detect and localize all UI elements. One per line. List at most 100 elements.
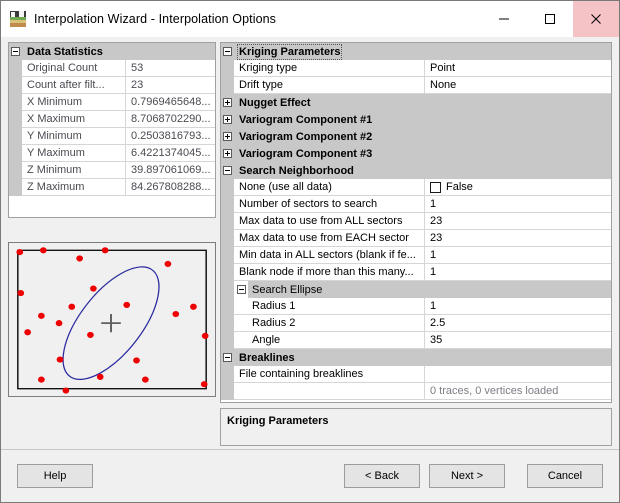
property-value[interactable]: 1 (425, 196, 611, 213)
search-ellipse-preview[interactable] (8, 242, 216, 397)
row-gutter (221, 77, 234, 94)
stat-label: Original Count (22, 60, 126, 77)
category-row-variogram-component-1[interactable]: Variogram Component #1 (221, 111, 611, 128)
category-label-breaklines: Breaklines (234, 349, 611, 366)
table-row[interactable]: Radius 1 1 (221, 298, 611, 315)
table-row[interactable]: Z Maximum 84.267808288... (9, 179, 215, 196)
table-row[interactable]: Min data in ALL sectors (blank if fe... … (221, 247, 611, 264)
property-value[interactable]: 1 (425, 247, 611, 264)
stat-value[interactable]: 53 (126, 60, 215, 77)
footer-right-buttons: < Back Next > Cancel (344, 464, 603, 488)
table-row[interactable]: Kriging type Point (221, 60, 611, 77)
property-label: Max data to use from ALL sectors (234, 213, 425, 230)
expander-cell[interactable] (221, 43, 234, 60)
stat-value[interactable]: 0.2503816793... (126, 128, 215, 145)
table-row[interactable]: Original Count 53 (9, 60, 215, 77)
dialog-content: Data Statistics Original Count 53 Count … (1, 37, 619, 446)
property-value[interactable]: 1 (425, 264, 611, 281)
category-row-variogram-component-2[interactable]: Variogram Component #2 (221, 128, 611, 145)
table-row[interactable]: File containing breaklines (221, 366, 611, 383)
title-bar[interactable]: Interpolation Wizard - Interpolation Opt… (1, 1, 619, 37)
close-button[interactable] (573, 1, 619, 37)
row-gutter (221, 315, 234, 332)
row-gutter (221, 213, 234, 230)
stat-value[interactable]: 23 (126, 77, 215, 94)
table-row[interactable]: 0 traces, 0 vertices loaded (221, 383, 611, 400)
minimize-button[interactable] (481, 1, 527, 37)
stat-value[interactable]: 8.7068702290... (126, 111, 215, 128)
category-label-kriging-parameters: Kriging Parameters (234, 43, 611, 60)
category-label-variogram-component-3: Variogram Component #3 (234, 145, 611, 162)
table-row[interactable]: Count after filt... 23 (9, 77, 215, 94)
stat-value[interactable]: 6.4221374045... (126, 145, 215, 162)
category-row-search-neighborhood[interactable]: Search Neighborhood (221, 162, 611, 179)
property-value[interactable]: Point (425, 60, 611, 77)
table-row[interactable]: Max data to use from EACH sector 23 (221, 230, 611, 247)
back-button[interactable]: < Back (344, 464, 420, 488)
subcategory-row-search-ellipse[interactable]: Search Ellipse (221, 281, 611, 298)
category-row-breaklines[interactable]: Breaklines (221, 349, 611, 366)
property-value-checkbox[interactable]: False (425, 179, 611, 196)
table-row[interactable]: X Maximum 8.7068702290... (9, 111, 215, 128)
dialog-footer: Help < Back Next > Cancel (1, 449, 619, 502)
property-value[interactable]: 1 (425, 298, 611, 315)
collapse-icon[interactable] (236, 285, 246, 294)
expander-cell[interactable] (221, 162, 234, 179)
table-row[interactable]: X Minimum 0.7969465648... (9, 94, 215, 111)
property-value[interactable]: None (425, 77, 611, 94)
expander-cell[interactable] (221, 145, 234, 162)
expand-icon[interactable] (223, 98, 232, 107)
category-label-variogram-component-2: Variogram Component #2 (234, 128, 611, 145)
expand-icon[interactable] (223, 132, 232, 141)
property-label: Number of sectors to search (234, 196, 425, 213)
table-row[interactable]: Y Maximum 6.4221374045... (9, 145, 215, 162)
property-value[interactable]: 23 (425, 213, 611, 230)
property-label: Angle (234, 332, 425, 349)
expander-cell[interactable] (221, 94, 234, 111)
category-label-search-neighborhood: Search Neighborhood (234, 162, 611, 179)
stat-value[interactable]: 84.267808288... (126, 179, 215, 196)
expand-icon[interactable] (223, 149, 232, 158)
table-row[interactable]: None (use all data) False (221, 179, 611, 196)
breaklines-file-input[interactable] (425, 366, 611, 383)
category-label-variogram-component-1: Variogram Component #1 (234, 111, 611, 128)
row-gutter (221, 383, 234, 400)
collapse-icon[interactable] (223, 353, 232, 362)
property-label (234, 383, 425, 400)
table-row[interactable]: Drift type None (221, 77, 611, 94)
use-all-data-checkbox[interactable] (430, 181, 441, 193)
sub-expander-cell[interactable] (234, 281, 248, 298)
collapse-icon[interactable] (223, 47, 232, 56)
property-value[interactable]: 23 (425, 230, 611, 247)
row-gutter (221, 230, 234, 247)
property-value[interactable]: 2.5 (425, 315, 611, 332)
cancel-button[interactable]: Cancel (527, 464, 603, 488)
table-row[interactable]: Max data to use from ALL sectors 23 (221, 213, 611, 230)
category-row-kriging-parameters[interactable]: Kriging Parameters (221, 43, 611, 60)
expander-cell[interactable] (9, 43, 22, 60)
table-row[interactable]: Y Minimum 0.2503816793... (9, 128, 215, 145)
help-button[interactable]: Help (17, 464, 93, 488)
next-button[interactable]: Next > (429, 464, 505, 488)
category-row-nugget-effect[interactable]: Nugget Effect (221, 94, 611, 111)
collapse-icon[interactable] (11, 47, 20, 56)
category-row-variogram-component-3[interactable]: Variogram Component #3 (221, 145, 611, 162)
table-row[interactable]: Angle 35 (221, 332, 611, 349)
stat-value[interactable]: 0.7969465648... (126, 94, 215, 111)
expander-cell[interactable] (221, 349, 234, 366)
property-value[interactable]: 35 (425, 332, 611, 349)
expander-cell[interactable] (221, 111, 234, 128)
expand-icon[interactable] (223, 115, 232, 124)
maximize-button[interactable] (527, 1, 573, 37)
category-row-data-statistics[interactable]: Data Statistics (9, 43, 215, 60)
table-row[interactable]: Number of sectors to search 1 (221, 196, 611, 213)
table-row[interactable]: Radius 2 2.5 (221, 315, 611, 332)
table-row[interactable]: Z Minimum 39.897061069... (9, 162, 215, 179)
table-row[interactable]: Blank node if more than this many... 1 (221, 264, 611, 281)
collapse-icon[interactable] (223, 166, 232, 175)
property-label: File containing breaklines (234, 366, 425, 383)
expander-cell[interactable] (221, 128, 234, 145)
row-gutter (221, 60, 234, 77)
stat-value[interactable]: 39.897061069... (126, 162, 215, 179)
row-gutter (9, 77, 22, 94)
